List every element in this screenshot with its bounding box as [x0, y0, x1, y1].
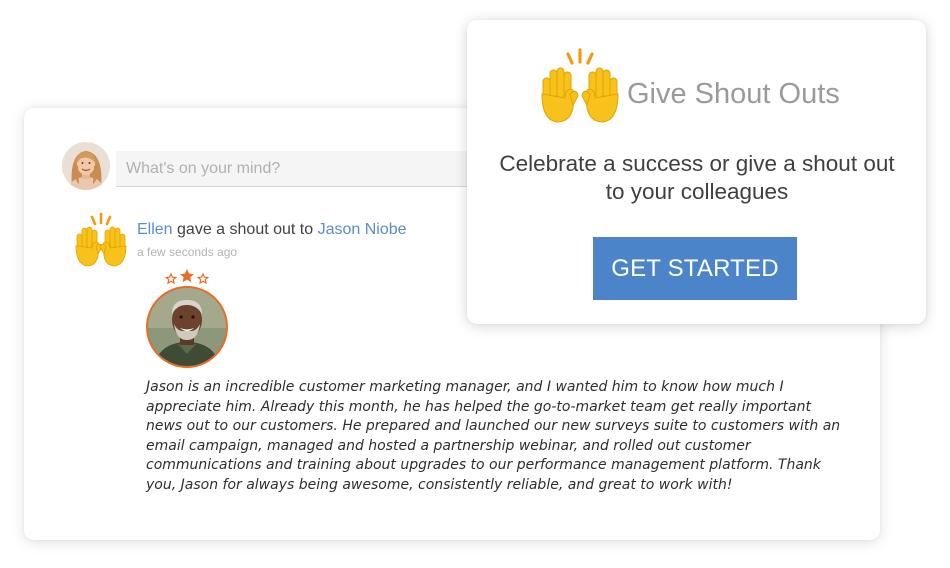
recipient-avatar[interactable]: [146, 286, 228, 368]
raised-hands-icon: [537, 48, 623, 124]
stars-icon: [164, 269, 210, 285]
recipient-link[interactable]: Jason Niobe: [318, 221, 407, 238]
get-started-button[interactable]: GET STARTED: [593, 237, 797, 300]
shoutout-message: Jason is an incredible customer marketin…: [146, 379, 841, 493]
promo-card: Give Shout Outs Celebrate a success or g…: [467, 20, 926, 324]
activity-headline: Ellen gave a shout out to Jason Niobe: [137, 221, 407, 239]
activity-verb: gave a shout out to: [177, 221, 314, 238]
activity-timestamp: a few seconds ago: [137, 245, 238, 259]
recipient-badge: [144, 268, 230, 368]
raised-hands-icon: [72, 212, 130, 270]
promo-title: Give Shout Outs: [627, 78, 840, 110]
promo-headline: Celebrate a success or give a shout out …: [499, 151, 895, 204]
actor-link[interactable]: Ellen: [137, 221, 173, 238]
current-user-avatar[interactable]: [62, 142, 110, 190]
